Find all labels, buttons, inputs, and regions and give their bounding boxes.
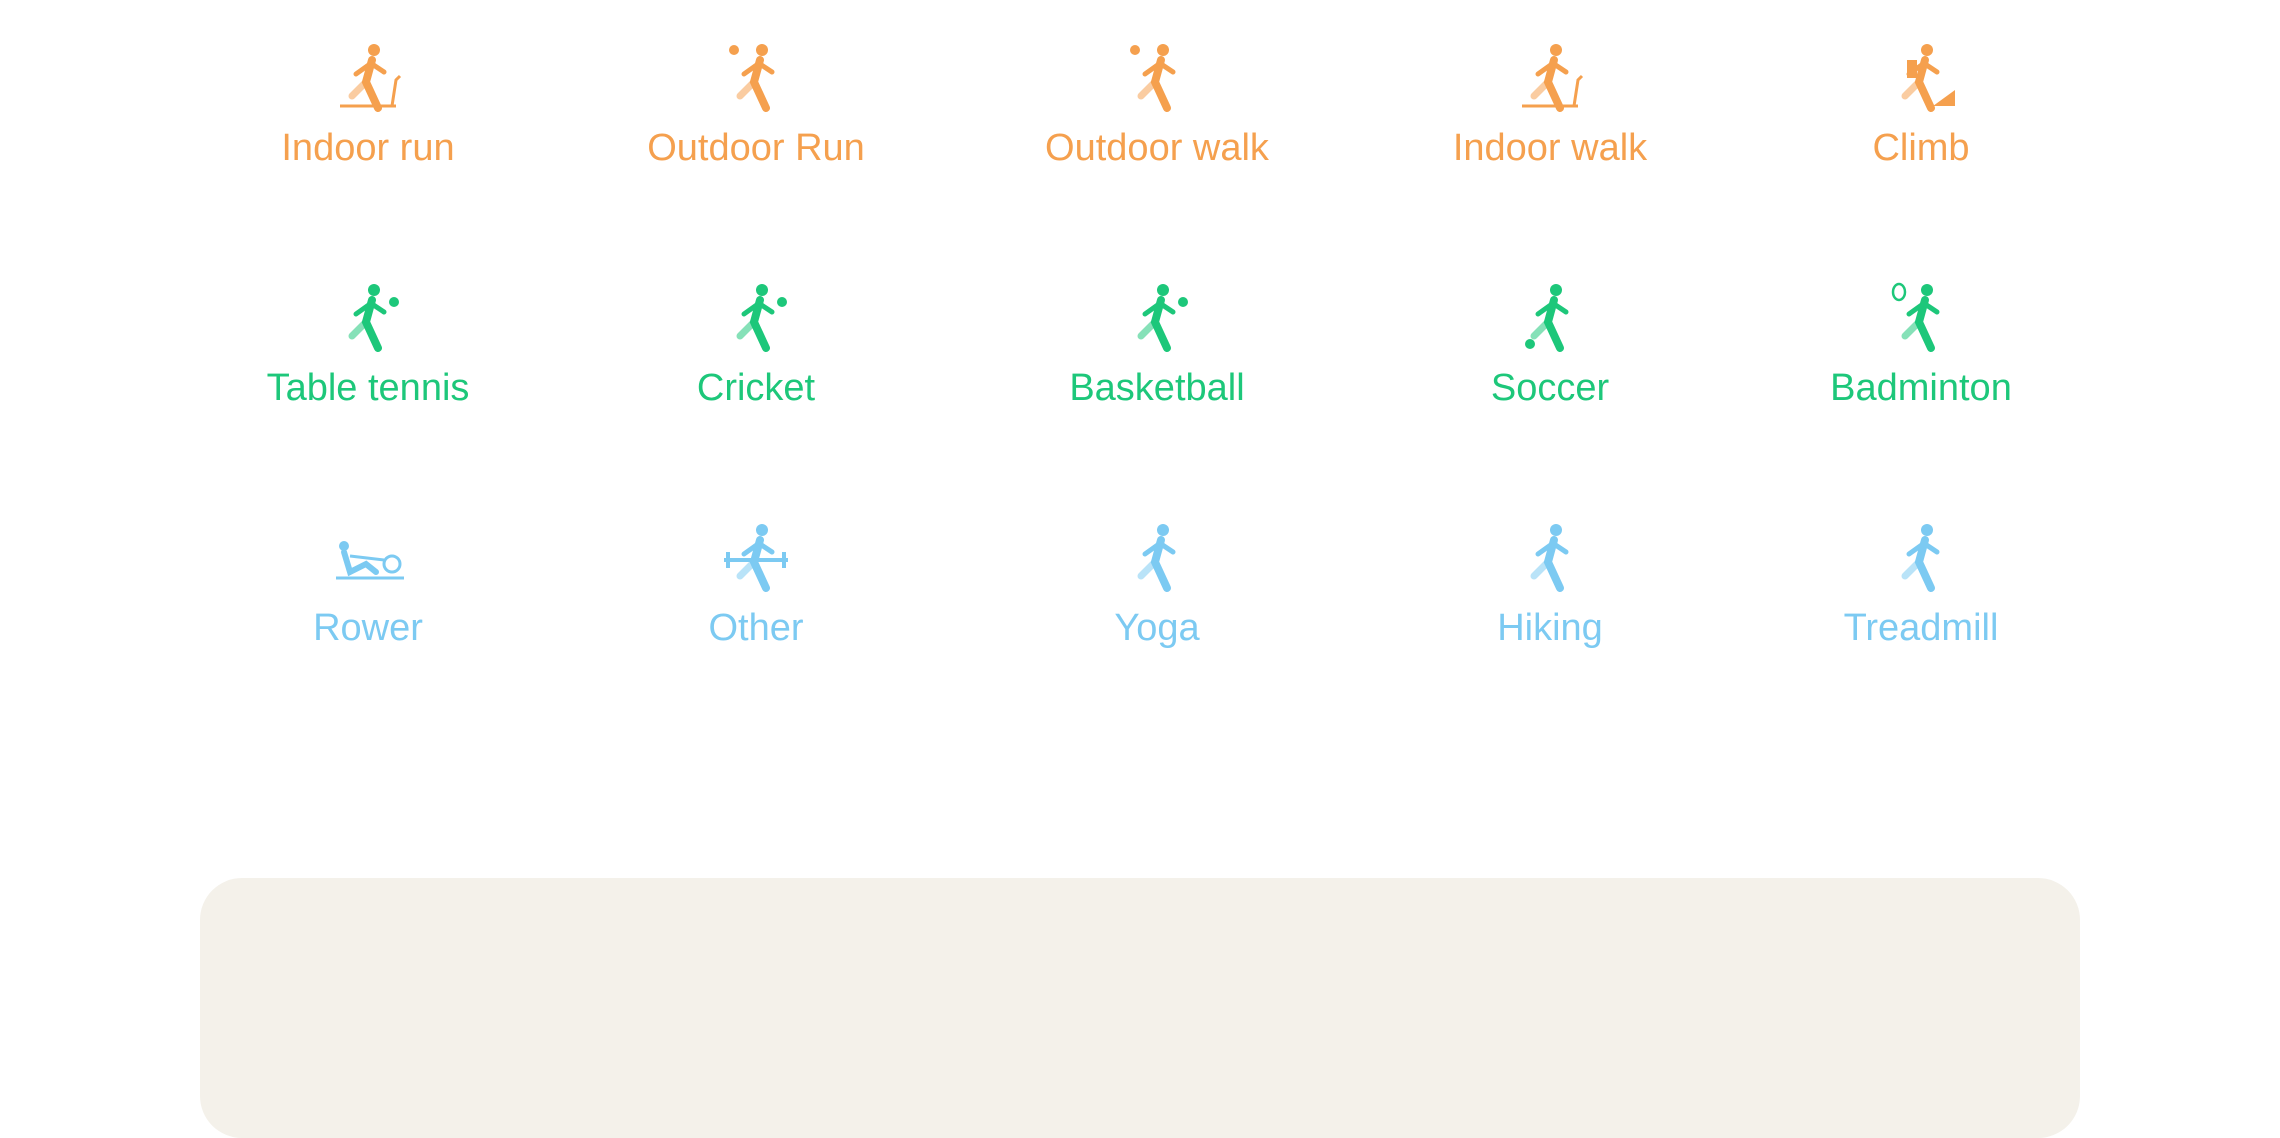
sport-item-outdoor-walk[interactable]: Outdoor walk (977, 40, 1337, 170)
sport-label: Outdoor Run (647, 127, 865, 169)
sport-label: Soccer (1490, 367, 1610, 409)
sport-item-badminton[interactable]: Badminton (1741, 280, 2101, 410)
indoor-walk-icon (1370, 40, 1730, 116)
badminton-icon (1741, 280, 2101, 356)
sport-item-soccer[interactable]: Soccer (1370, 280, 1730, 410)
sport-item-indoor-walk[interactable]: Indoor walk (1370, 40, 1730, 170)
sport-item-climb[interactable]: Climb (1741, 40, 2101, 170)
sport-label: Cricket (696, 367, 816, 409)
weightlifting-icon (576, 520, 936, 596)
sport-label: Indoor walk (1452, 127, 1648, 169)
sport-label: Table tennis (266, 367, 470, 409)
bottom-panel (200, 878, 2080, 1138)
sport-label: Yoga (1114, 607, 1200, 649)
sport-label: Treadmill (1843, 607, 1999, 649)
sport-item-basketball[interactable]: Basketball (977, 280, 1337, 410)
sport-label: Indoor run (281, 127, 455, 169)
sport-item-cricket[interactable]: Cricket (576, 280, 936, 410)
sport-item-yoga[interactable]: Yoga (977, 520, 1337, 650)
sport-label: Climb (1872, 127, 1970, 169)
sport-item-treadmill[interactable]: Treadmill (1741, 520, 2101, 650)
sport-label: Rower (313, 607, 423, 649)
sport-item-other[interactable]: Other (576, 520, 936, 650)
sport-item-indoor-run[interactable]: Indoor run (188, 40, 548, 170)
sport-label: Hiking (1497, 607, 1603, 649)
outdoor-run-icon (576, 40, 936, 116)
sport-label: Basketball (1069, 367, 1245, 409)
outdoor-walk-icon (977, 40, 1337, 116)
yoga-icon (977, 520, 1337, 596)
sport-label: Outdoor walk (1045, 127, 1269, 169)
elliptical-icon (1741, 520, 2101, 596)
hiking-icon (1370, 520, 1730, 596)
sport-item-outdoor-run[interactable]: Outdoor Run (576, 40, 936, 170)
indoor-run-icon (188, 40, 548, 116)
climb-icon (1741, 40, 2101, 116)
sport-label: Other (708, 607, 804, 649)
sport-label: Badminton (1830, 367, 2012, 409)
cricket-icon (576, 280, 936, 356)
table-tennis-icon (188, 280, 548, 356)
sport-item-hiking[interactable]: Hiking (1370, 520, 1730, 650)
rower-icon (188, 520, 548, 596)
soccer-icon (1370, 280, 1730, 356)
sport-item-rower[interactable]: Rower (188, 520, 548, 650)
basketball-icon (977, 280, 1337, 356)
sport-item-table-tennis[interactable]: Table tennis (188, 280, 548, 410)
